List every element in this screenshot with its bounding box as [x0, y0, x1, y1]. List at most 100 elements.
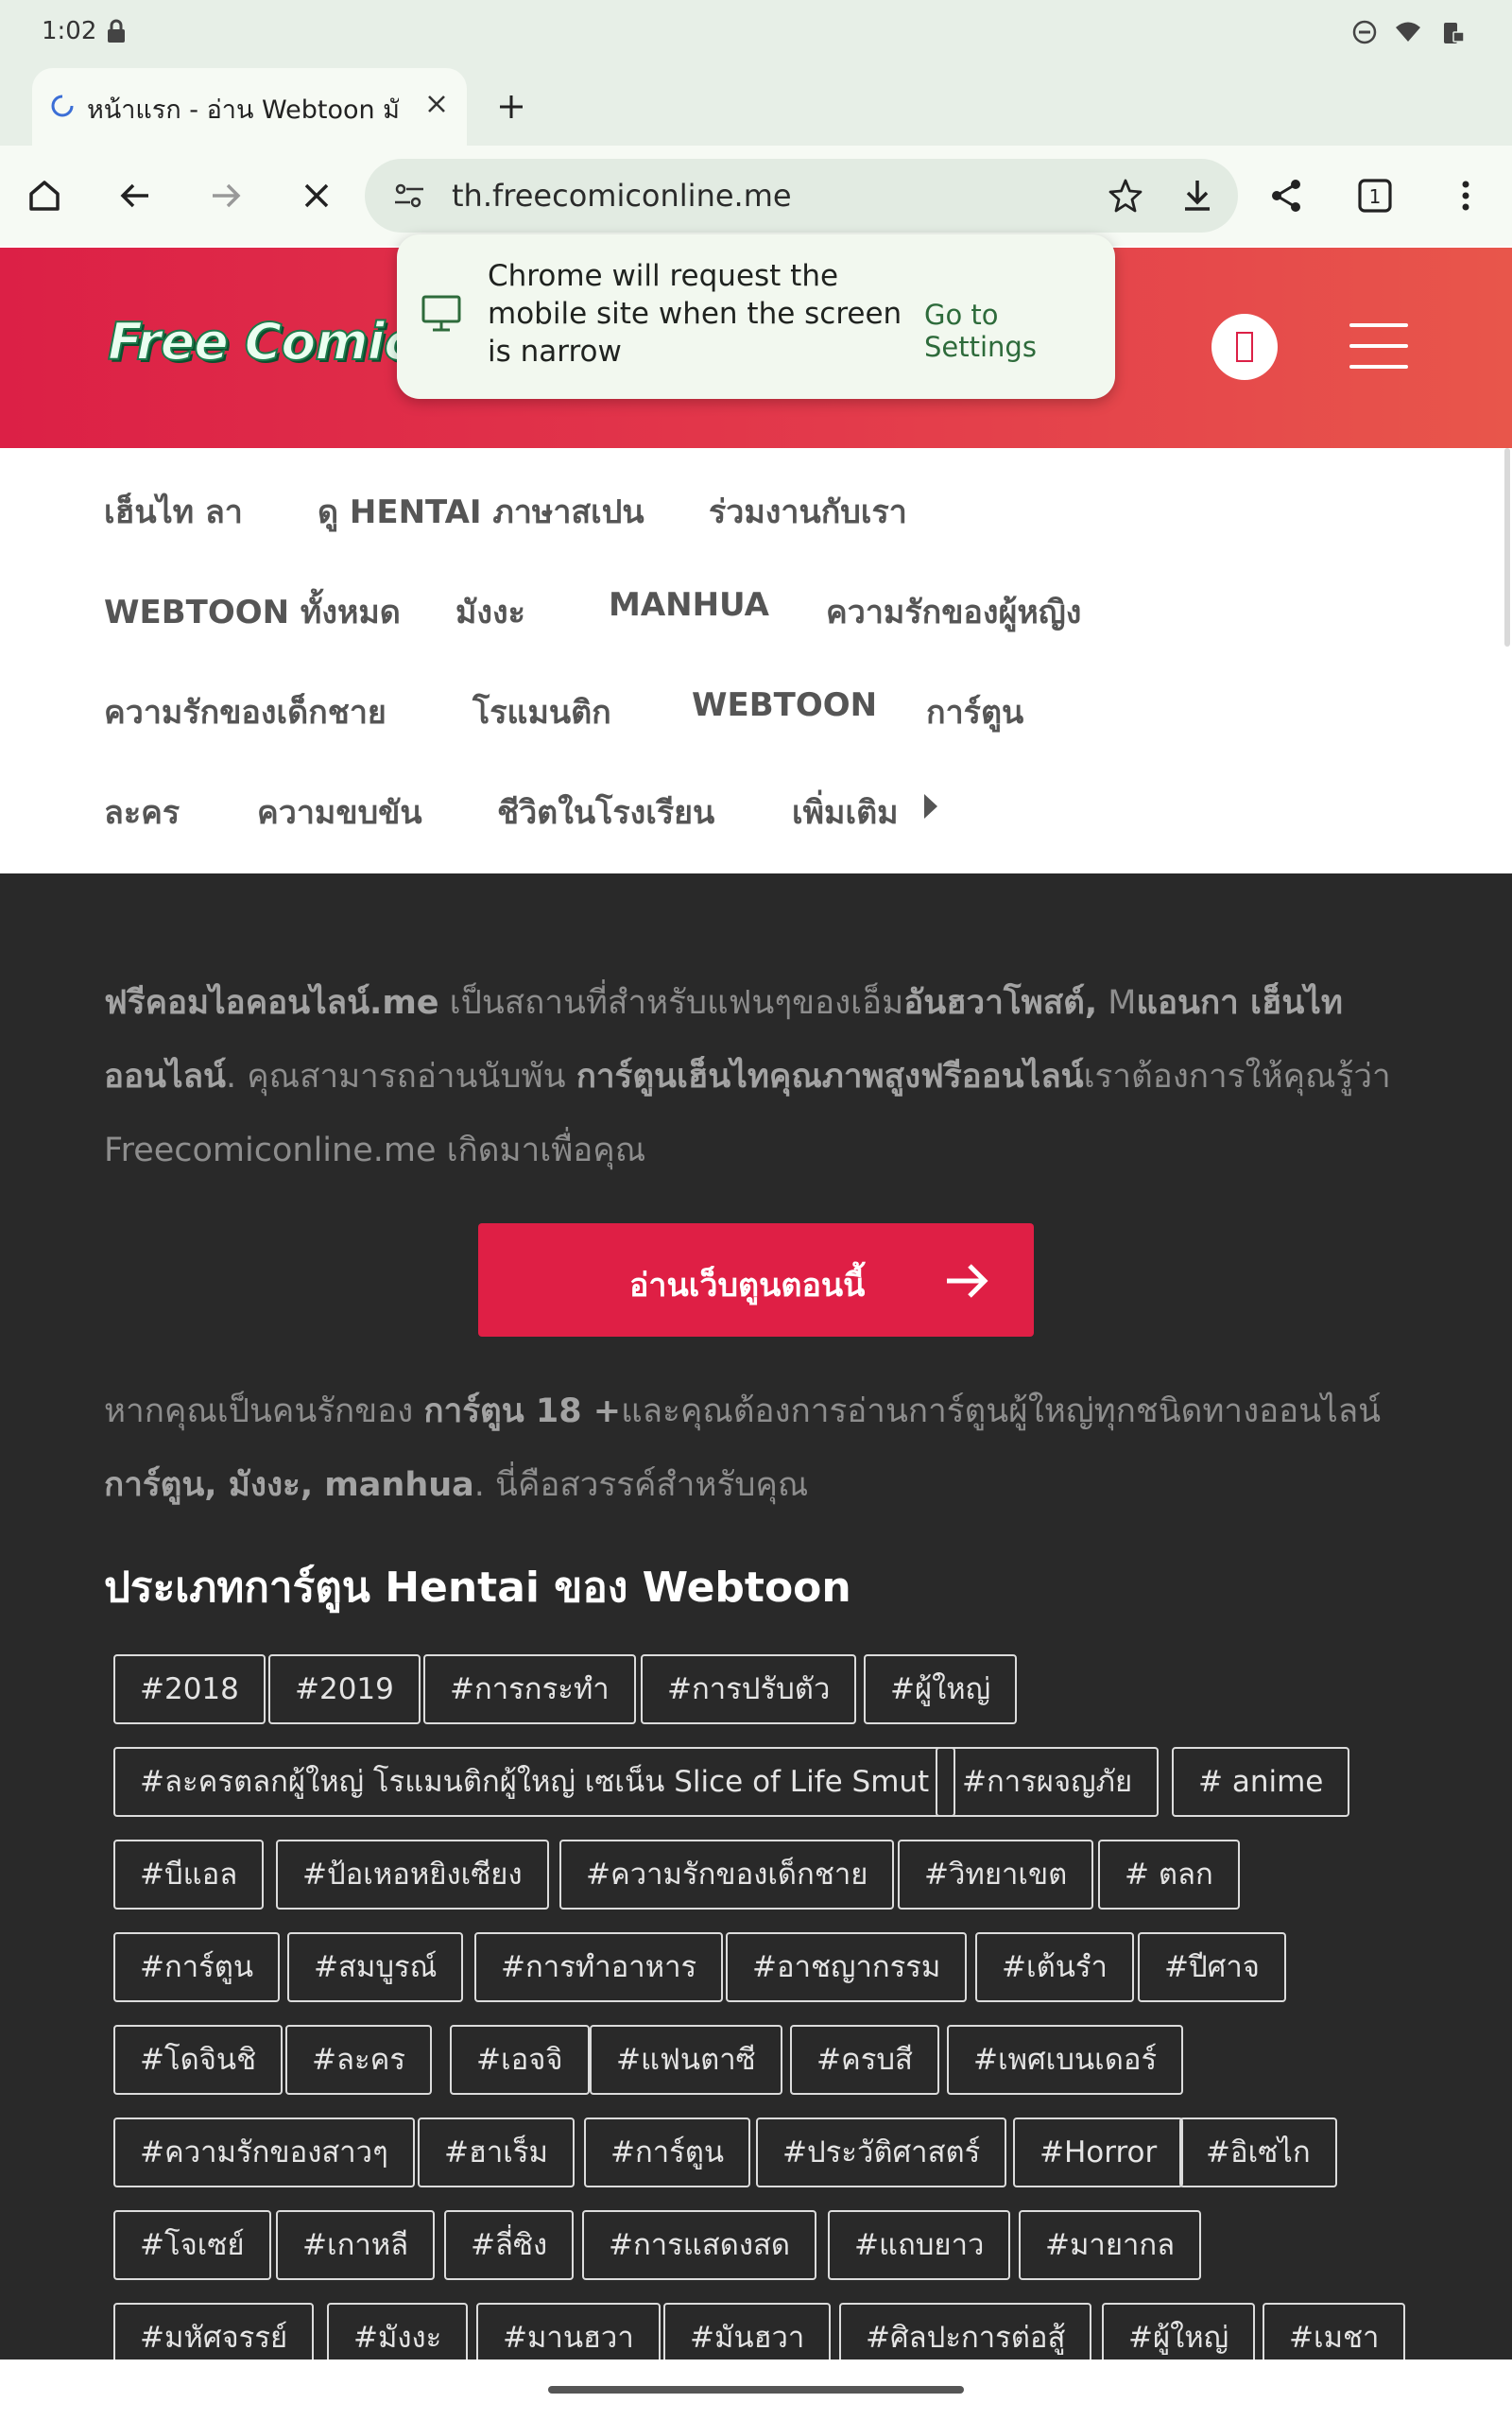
genre-tag[interactable]: #ประวัติศาสตร์: [756, 2118, 1007, 2187]
genre-tag[interactable]: # anime: [1172, 1747, 1350, 1817]
close-icon: [428, 95, 445, 112]
forward-button[interactable]: [193, 163, 259, 229]
new-tab-button[interactable]: [484, 79, 539, 134]
site-settings-icon[interactable]: [389, 176, 429, 216]
close-icon: [304, 183, 329, 208]
arrow-right-icon: [947, 1264, 988, 1298]
genre-tag[interactable]: #แถบยาว: [828, 2210, 1011, 2280]
menu-button[interactable]: [1433, 163, 1499, 229]
stop-loading-button[interactable]: [284, 163, 350, 229]
bookmark-star-icon[interactable]: [1106, 176, 1145, 216]
loading-spinner-icon: [51, 95, 74, 117]
genre-tag[interactable]: #ปีศาจ: [1138, 1932, 1286, 2002]
status-bar: 1:02: [0, 0, 1512, 68]
genre-tag[interactable]: #อาชญากรรม: [726, 1932, 968, 2002]
nav-item[interactable]: ชีวิตในโรงเรียน: [497, 786, 714, 838]
genre-tag[interactable]: #การปรับตัว: [641, 1654, 857, 1724]
genre-tag[interactable]: #แฟนตาซี: [590, 2025, 782, 2095]
close-tab-button[interactable]: [416, 83, 457, 125]
nav-item[interactable]: เฮ็นไท ลา: [104, 486, 243, 537]
genre-tag[interactable]: #เต้นรำ: [975, 1932, 1134, 2002]
user-icon: [1236, 332, 1253, 362]
home-gesture-pill[interactable]: [548, 2386, 964, 2394]
genre-tag[interactable]: #การทำอาหาร: [474, 1932, 724, 2002]
hamburger-menu-button[interactable]: [1349, 323, 1408, 371]
dnd-icon: [1352, 20, 1377, 44]
genre-tag[interactable]: #อิเซไก: [1179, 2118, 1337, 2187]
genre-tag[interactable]: #ผู้ใหญ่: [864, 1654, 1018, 1724]
genre-tag[interactable]: #ละครตลกผู้ใหญ่ โรแมนติกผู้ใหญ่ เซเน็น S…: [113, 1747, 956, 1817]
desktop-monitor-icon: [421, 295, 461, 332]
tab-switcher-button[interactable]: 1: [1342, 163, 1408, 229]
genre-tag[interactable]: #เอจจิ: [450, 2025, 590, 2095]
popup-message: Chrome will request the mobile site when…: [488, 259, 902, 369]
browser-tab[interactable]: หน้าแรก - อ่าน Webtoon มังงะ: [32, 68, 467, 146]
genre-tag[interactable]: #เพศเบนเดอร์: [947, 2025, 1184, 2095]
wifi-icon: [1396, 22, 1420, 42]
nav-item[interactable]: การ์ตูน: [926, 686, 1023, 737]
genre-tag[interactable]: # ตลก: [1098, 1840, 1240, 1910]
status-time: 1:02: [42, 17, 97, 45]
nav-item[interactable]: ดู HENTAI ภาษาสเปน: [318, 486, 644, 537]
genre-tag[interactable]: #การผจญภัย: [936, 1747, 1160, 1817]
more-vert-icon: [1462, 181, 1469, 211]
intro-paragraph: ฟรีคอมไอคอนไลน์.me เป็นสถานที่สำหรับแฟนๆ…: [104, 984, 1391, 1169]
tab-switcher-icon: 1: [1358, 179, 1392, 213]
page-scrollbar[interactable]: [1504, 448, 1510, 647]
genre-tag[interactable]: #2019: [268, 1654, 421, 1724]
genre-tag[interactable]: #โดจินชิ: [113, 2025, 284, 2095]
share-button[interactable]: [1253, 163, 1319, 229]
nav-item[interactable]: ความรักของเด็กชาย: [104, 686, 387, 737]
genre-tag[interactable]: #ละคร: [285, 2025, 433, 2095]
arrow-left-icon: [120, 183, 148, 208]
genre-tag[interactable]: #ความรักของเด็กชาย: [559, 1840, 895, 1910]
section-title: ประเภทการ์ตูน Hentai ของ Webtoon: [104, 1564, 851, 1612]
genre-tag[interactable]: #ความรักของสาวๆ: [113, 2118, 415, 2187]
home-icon: [29, 181, 60, 211]
nav-item[interactable]: ละคร: [104, 786, 180, 838]
site-nav-menu: เฮ็นไท ลา ดู HENTAI ภาษาสเปน ร่วมงานกับเ…: [0, 448, 1512, 873]
genre-tag[interactable]: #การ์ตูน: [584, 2118, 751, 2187]
genre-tag[interactable]: #บีแอล: [113, 1840, 265, 1910]
nav-item[interactable]: WEBTOON: [692, 686, 877, 724]
genre-tag[interactable]: #วิทยาเขต: [898, 1840, 1094, 1910]
home-button[interactable]: [11, 163, 77, 229]
logo-text: Free Comic: [107, 311, 415, 372]
nav-item[interactable]: MANHUA: [609, 586, 769, 624]
download-icon[interactable]: [1177, 176, 1217, 216]
nav-item[interactable]: WEBTOON ทั้งหมด: [104, 586, 401, 637]
intro-section: ฟรีคอมไอคอนไลน์.me เป็นสถานที่สำหรับแฟนๆ…: [0, 873, 1512, 2373]
url-text[interactable]: th.freecomiconline.me: [452, 178, 792, 214]
cta-label: อ่านเว็บตูนตอนนี้: [629, 1267, 866, 1305]
plus-icon: [500, 95, 523, 118]
nav-item[interactable]: ความรักของผู้หญิง: [826, 586, 1081, 637]
nav-item[interactable]: มังงะ: [455, 586, 525, 637]
genre-tag[interactable]: #การ์ตูน: [113, 1932, 281, 2002]
user-avatar-button[interactable]: [1211, 314, 1278, 380]
genre-tag[interactable]: #มายากล: [1019, 2210, 1202, 2280]
nav-item[interactable]: โรแมนติก: [472, 686, 611, 737]
genre-tag[interactable]: #เกาหลี: [276, 2210, 436, 2280]
nav-item[interactable]: ความขบขัน: [257, 786, 422, 838]
genre-tag[interactable]: #สมบูรณ์: [287, 1932, 464, 2002]
genre-tag[interactable]: #ป้อเหอหยิงเซียง: [276, 1840, 549, 1910]
nav-item-more[interactable]: เพิ่มเติม: [792, 786, 899, 838]
genre-tag[interactable]: #ครบสี: [790, 2025, 939, 2095]
go-to-settings-link[interactable]: Go to Settings: [924, 299, 1115, 363]
gesture-bar: [0, 2360, 1512, 2420]
genre-tag[interactable]: #การกระทำ: [423, 1654, 636, 1724]
genre-tag[interactable]: #ฮาเร็ม: [418, 2118, 575, 2187]
back-button[interactable]: [102, 163, 168, 229]
adult-intro-paragraph: หากคุณเป็นคนรักของ การ์ตูน 18 +และคุณต้อ…: [104, 1392, 1382, 1504]
genre-tag[interactable]: #2018: [113, 1654, 266, 1724]
genre-tag[interactable]: #ลี่ซิง: [444, 2210, 575, 2280]
genre-tag[interactable]: #โจเซย์: [113, 2210, 271, 2280]
caret-right-icon: [924, 794, 937, 819]
address-bar[interactable]: th.freecomiconline.me: [365, 159, 1238, 233]
nav-item[interactable]: ร่วมงานกับเรา: [709, 486, 907, 537]
read-webtoon-button[interactable]: อ่านเว็บตูนตอนนี้: [478, 1223, 1034, 1337]
genre-tag[interactable]: #การแสดงสด: [582, 2210, 817, 2280]
arrow-right-icon: [213, 183, 241, 208]
tab-count: 1: [1369, 185, 1382, 208]
genre-tag[interactable]: #Horror: [1013, 2118, 1184, 2187]
